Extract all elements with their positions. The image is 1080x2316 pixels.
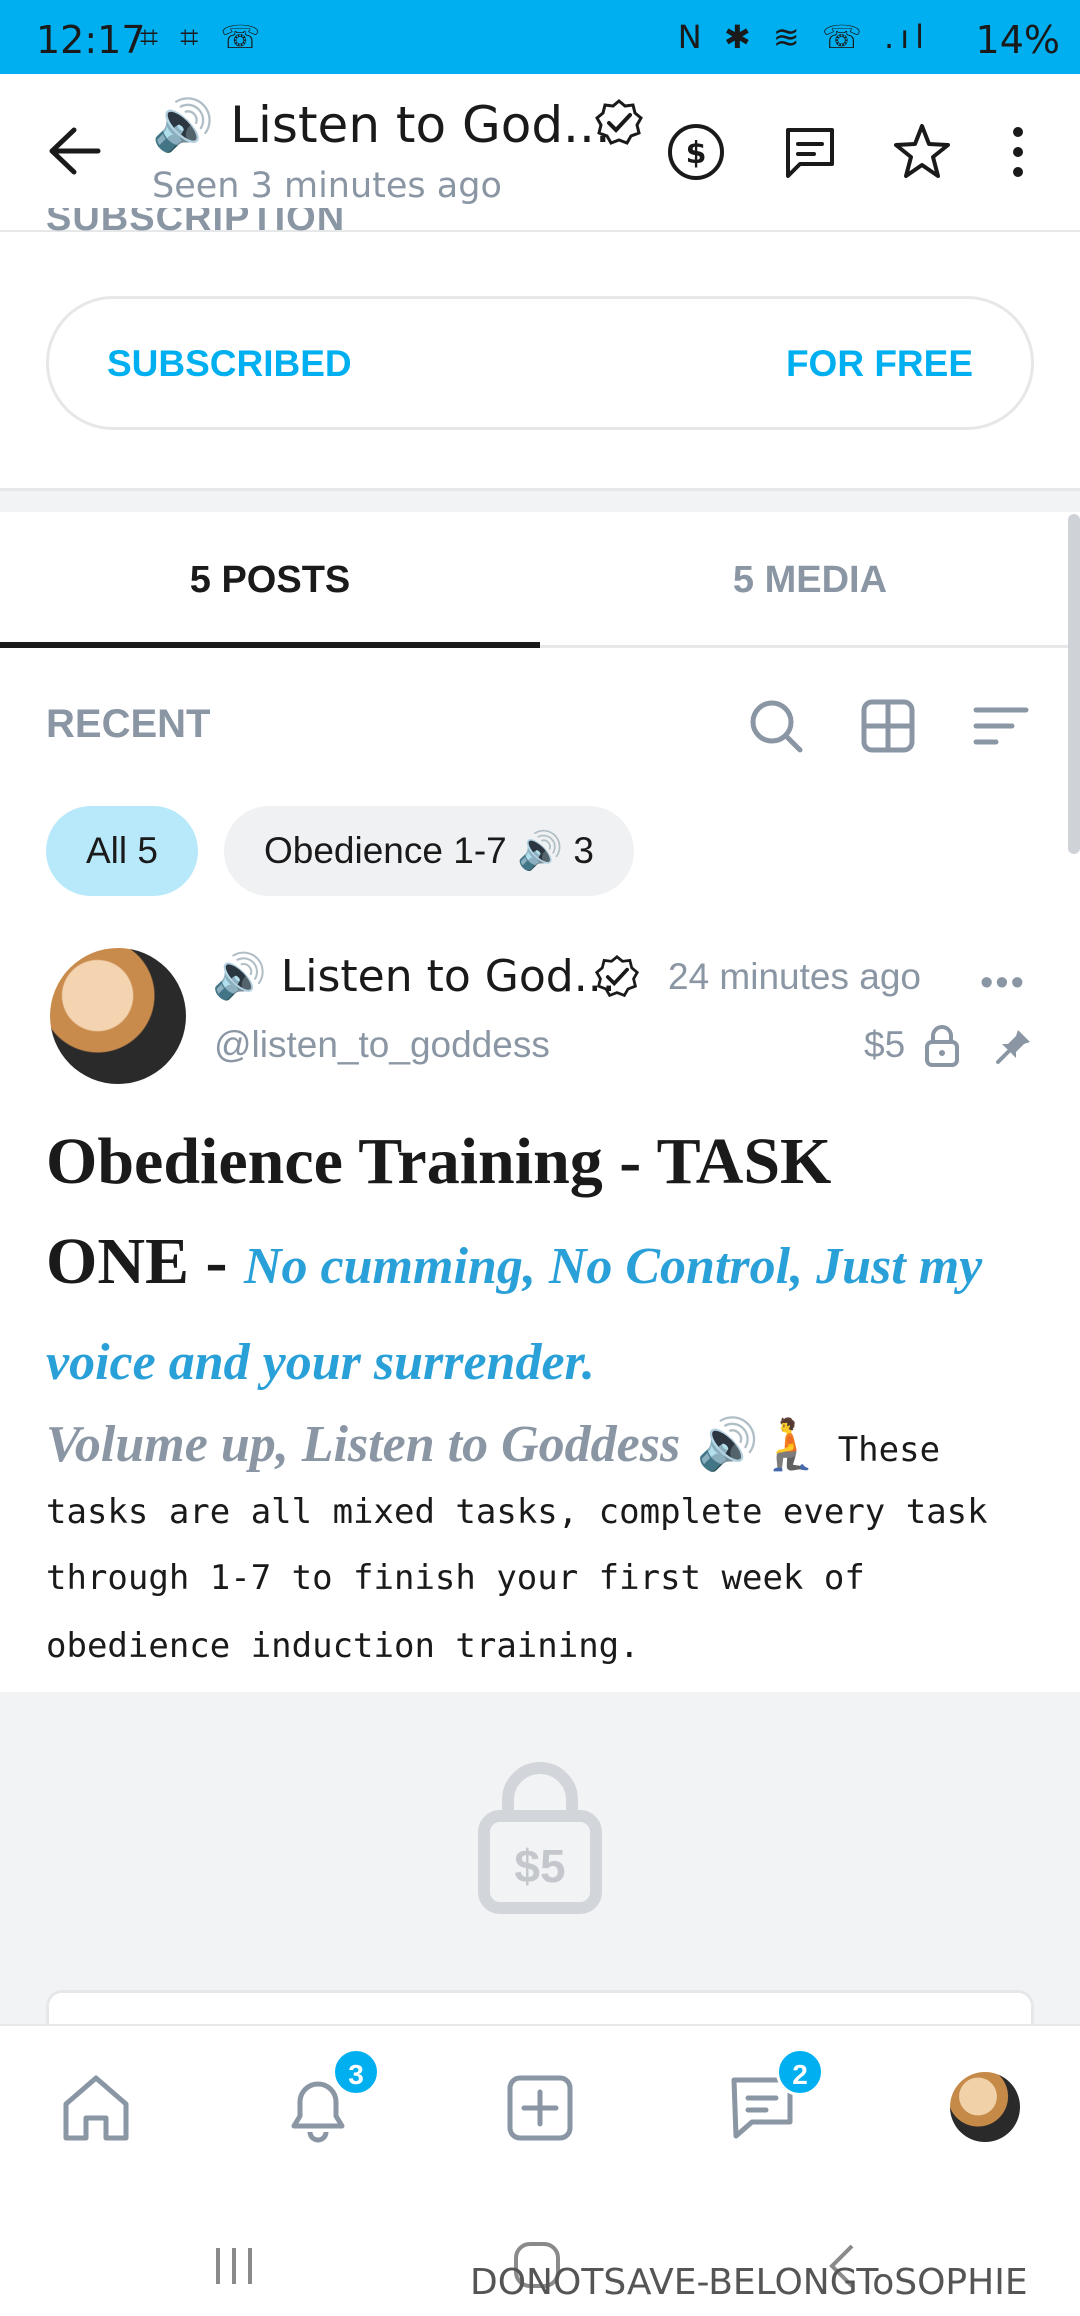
watermark: DONOTSAVE-BELONGToSOPHIE xyxy=(470,2262,1028,2303)
back-arrow-icon[interactable] xyxy=(46,126,102,176)
scrollbar[interactable] xyxy=(1068,514,1080,854)
post-body-line: obedience induction training. xyxy=(46,1626,640,1666)
post-title-line3: voice and your surrender. xyxy=(46,1320,595,1396)
post-title-prefix: ONE - xyxy=(46,1225,228,1298)
header-last-seen: Seen 3 minutes ago xyxy=(152,166,502,206)
post-volume-line: Volume up, Listen to Goddess xyxy=(46,1416,681,1473)
battery-indicator: 14% xyxy=(975,18,1060,62)
notifications-badge: 3 xyxy=(332,2048,380,2096)
post-author-handle[interactable]: @listen_to_goddess xyxy=(214,1024,550,1066)
active-tab-indicator xyxy=(0,642,540,648)
recent-apps-icon[interactable] xyxy=(212,2246,256,2286)
post-body-start: These xyxy=(837,1430,941,1470)
tab-media[interactable]: 5 MEDIA xyxy=(540,512,1080,646)
status-time: 12:17 xyxy=(36,18,146,62)
locked-content-icon[interactable]: $5 xyxy=(478,1758,602,1914)
pin-icon[interactable] xyxy=(994,1026,1034,1066)
message-icon[interactable] xyxy=(780,122,840,182)
post-emoji: 🔊🧎 xyxy=(696,1416,822,1472)
search-icon[interactable] xyxy=(746,696,806,756)
post-timestamp: 24 minutes ago xyxy=(668,956,922,997)
subscription-button[interactable]: SUBSCRIBED FOR FREE xyxy=(46,296,1034,430)
verified-icon xyxy=(595,99,643,145)
svg-text:$: $ xyxy=(686,136,707,171)
messages-badge: 2 xyxy=(776,2048,824,2096)
status-system-icons: N ✱ ≋ ☏ .ıl xyxy=(677,18,930,56)
sort-icon[interactable] xyxy=(972,696,1032,756)
post-title-italic-2: voice and your surrender. xyxy=(46,1334,595,1391)
dollar-icon[interactable]: $ xyxy=(666,122,726,182)
status-notification-icons: ⌗ ⌗ ☏ xyxy=(140,18,267,56)
kebab-icon[interactable] xyxy=(1000,122,1036,182)
profile-tabs: 5 POSTS 5 MEDIA xyxy=(0,512,1080,648)
bottom-navigation: 3 2 xyxy=(0,2024,1080,2174)
filter-chip-obedience[interactable]: Obedience 1-7 🔊 3 xyxy=(224,806,634,896)
subscription-label: SUBSCRIPTION xyxy=(46,208,346,234)
section-divider xyxy=(0,488,1080,512)
post-body-line: through 1-7 to finish your first week of xyxy=(46,1558,865,1598)
profile-avatar[interactable] xyxy=(950,2072,1020,2142)
post-title-line1: Obedience Training - TASK xyxy=(46,1125,832,1198)
locked-price: $5 xyxy=(514,1840,565,1892)
status-bar: 12:17 ⌗ ⌗ ☏ N ✱ ≋ ☏ .ıl 14% xyxy=(0,0,1080,74)
filter-chip-all[interactable]: All 5 xyxy=(46,806,198,896)
header-title[interactable]: 🔊 Listen to God... xyxy=(152,96,611,155)
post-body-line4: Volume up, Listen to Goddess 🔊🧎 These xyxy=(46,1402,940,1478)
home-icon[interactable] xyxy=(58,2070,134,2146)
sort-label[interactable]: RECENT xyxy=(46,702,210,747)
post-verified-icon xyxy=(594,954,640,998)
tab-posts[interactable]: 5 POSTS xyxy=(0,512,540,646)
post-body-line: tasks are all mixed tasks, complete ever… xyxy=(46,1492,988,1532)
subscription-price: FOR FREE xyxy=(785,343,973,384)
post-more-icon[interactable]: ••• xyxy=(980,962,1026,1005)
post-price: $5 xyxy=(864,1024,906,1065)
subscription-status: SUBSCRIBED xyxy=(107,343,352,384)
lock-icon xyxy=(925,1025,959,1067)
add-post-icon[interactable] xyxy=(502,2070,578,2146)
post-title-line2: ONE - No cumming, No Control, Just my xyxy=(46,1224,982,1300)
post-title-italic-1: No cumming, No Control, Just my xyxy=(244,1238,983,1295)
grid-view-icon[interactable] xyxy=(858,696,918,756)
post-author-name[interactable]: 🔊 Listen to God... xyxy=(212,950,616,1002)
post-author-avatar[interactable] xyxy=(50,948,186,1084)
star-icon[interactable] xyxy=(892,122,952,182)
